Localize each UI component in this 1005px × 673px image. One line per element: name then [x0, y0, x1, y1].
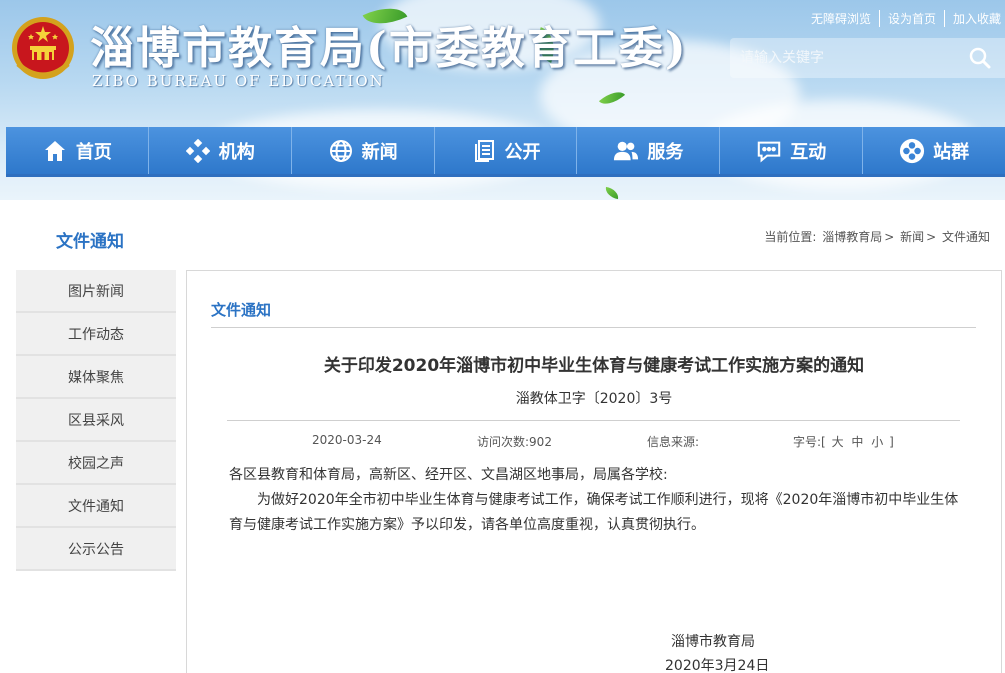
site-title: 淄博市教育局(市委教育工委)	[90, 23, 688, 74]
nav-item-label: 站群	[933, 141, 970, 163]
sidebar-item-file-notices[interactable]: 文件通知	[16, 485, 176, 528]
nav-item-label: 互动	[790, 141, 827, 163]
sidebar-item-district-news[interactable]: 区县采风	[16, 399, 176, 442]
nav-item-site-group[interactable]: 站群	[863, 127, 1005, 174]
organization-icon	[185, 138, 211, 164]
font-size-switcher: 字号:[ 大 中 小 ]	[793, 433, 894, 450]
font-size-small-link[interactable]: 小	[871, 435, 883, 449]
breadcrumb-link-notices[interactable]: 文件通知	[942, 230, 990, 244]
sidebar: 图片新闻 工作动态 媒体聚焦 区县采风 校园之声 文件通知 公示公告	[16, 270, 176, 571]
divider	[211, 327, 976, 328]
bracket: ]	[889, 435, 894, 449]
main-nav: 首页 机构 新闻 公开 服务 互动 站群	[6, 127, 1005, 177]
breadcrumb-link-home[interactable]: 淄博教育局	[822, 230, 882, 244]
nav-item-news[interactable]: 新闻	[292, 127, 435, 174]
home-icon	[42, 138, 68, 164]
breadcrumb-separator: >	[926, 230, 940, 244]
article-box: 文件通知 关于印发2020年淄博市初中毕业生体育与健康考试工作实施方案的通知 淄…	[186, 270, 1002, 673]
signature-date: 2020年3月24日	[665, 658, 770, 673]
add-favorite-link[interactable]: 加入收藏	[945, 10, 1001, 27]
leaf-decoration	[604, 186, 620, 200]
article-title: 关于印发2020年淄博市初中毕业生体育与健康考试工作实施方案的通知	[323, 356, 865, 376]
set-homepage-link[interactable]: 设为首页	[880, 10, 945, 27]
accessibility-link[interactable]: 无障碍浏览	[803, 10, 880, 27]
sidebar-item-media-focus[interactable]: 媒体聚焦	[16, 356, 176, 399]
site-subtitle: ZIBO BUREAU OF EDUCATION	[92, 72, 385, 90]
breadcrumb-link-news[interactable]: 新闻	[900, 230, 924, 244]
search-input[interactable]	[730, 39, 960, 77]
visit-count: 访问次数:902	[477, 435, 552, 449]
sidebar-item-campus-voice[interactable]: 校园之声	[16, 442, 176, 485]
nav-item-label: 机构	[218, 141, 255, 163]
nav-item-service[interactable]: 服务	[577, 127, 721, 174]
search-bar	[730, 38, 1005, 78]
publish-date: 2020-03-24	[312, 433, 382, 447]
font-size-label: 字号:	[793, 435, 822, 449]
bracket: [	[821, 435, 826, 449]
nav-item-public[interactable]: 公开	[435, 127, 578, 174]
search-button[interactable]	[960, 38, 1000, 78]
nav-item-label: 公开	[504, 141, 541, 163]
nav-item-label: 首页	[75, 141, 112, 163]
article-paragraph: 为做好2020年全市初中毕业生体育与健康考试工作，确保考试工作顺利进行，现将《2…	[229, 492, 959, 533]
info-source: 信息来源:	[647, 435, 700, 449]
sidebar-item-work-updates[interactable]: 工作动态	[16, 313, 176, 356]
nav-item-label: 服务	[647, 141, 684, 163]
divider	[227, 420, 960, 421]
nav-item-label: 新闻	[361, 141, 398, 163]
national-emblem-icon	[12, 17, 74, 79]
document-number: 淄教体卫字〔2020〕3号	[515, 391, 673, 407]
sidebar-item-public-notice[interactable]: 公示公告	[16, 528, 176, 571]
article-box-title: 文件通知	[211, 301, 272, 319]
breadcrumb: 当前位置: 淄博教育局 > 新闻 > 文件通知	[763, 228, 991, 245]
font-size-large-link[interactable]: 大	[832, 435, 844, 449]
site-group-icon	[899, 138, 925, 164]
nav-item-organization[interactable]: 机构	[149, 127, 292, 174]
nav-item-interaction[interactable]: 互动	[720, 127, 864, 174]
breadcrumb-separator: >	[884, 230, 899, 244]
document-icon	[471, 138, 497, 164]
top-links: 无障碍浏览 设为首页 加入收藏	[803, 10, 1001, 27]
section-title: 文件通知	[56, 232, 124, 252]
breadcrumb-prefix: 当前位置:	[764, 230, 821, 244]
globe-icon	[328, 138, 354, 164]
search-icon	[969, 47, 991, 69]
nav-item-home[interactable]: 首页	[6, 127, 149, 174]
signature-organization: 淄博市教育局	[671, 634, 755, 650]
chat-icon	[756, 138, 782, 164]
article-salutation: 各区县教育和体育局，高新区、经开区、文昌湖区地事局，局属各学校:	[229, 467, 668, 483]
article-body: 各区县教育和体育局，高新区、经开区、文昌湖区地事局，局属各学校: 为做好2020…	[229, 463, 959, 538]
font-size-medium-link[interactable]: 中	[851, 435, 863, 449]
sidebar-item-picture-news[interactable]: 图片新闻	[16, 270, 176, 313]
users-icon	[613, 138, 639, 164]
